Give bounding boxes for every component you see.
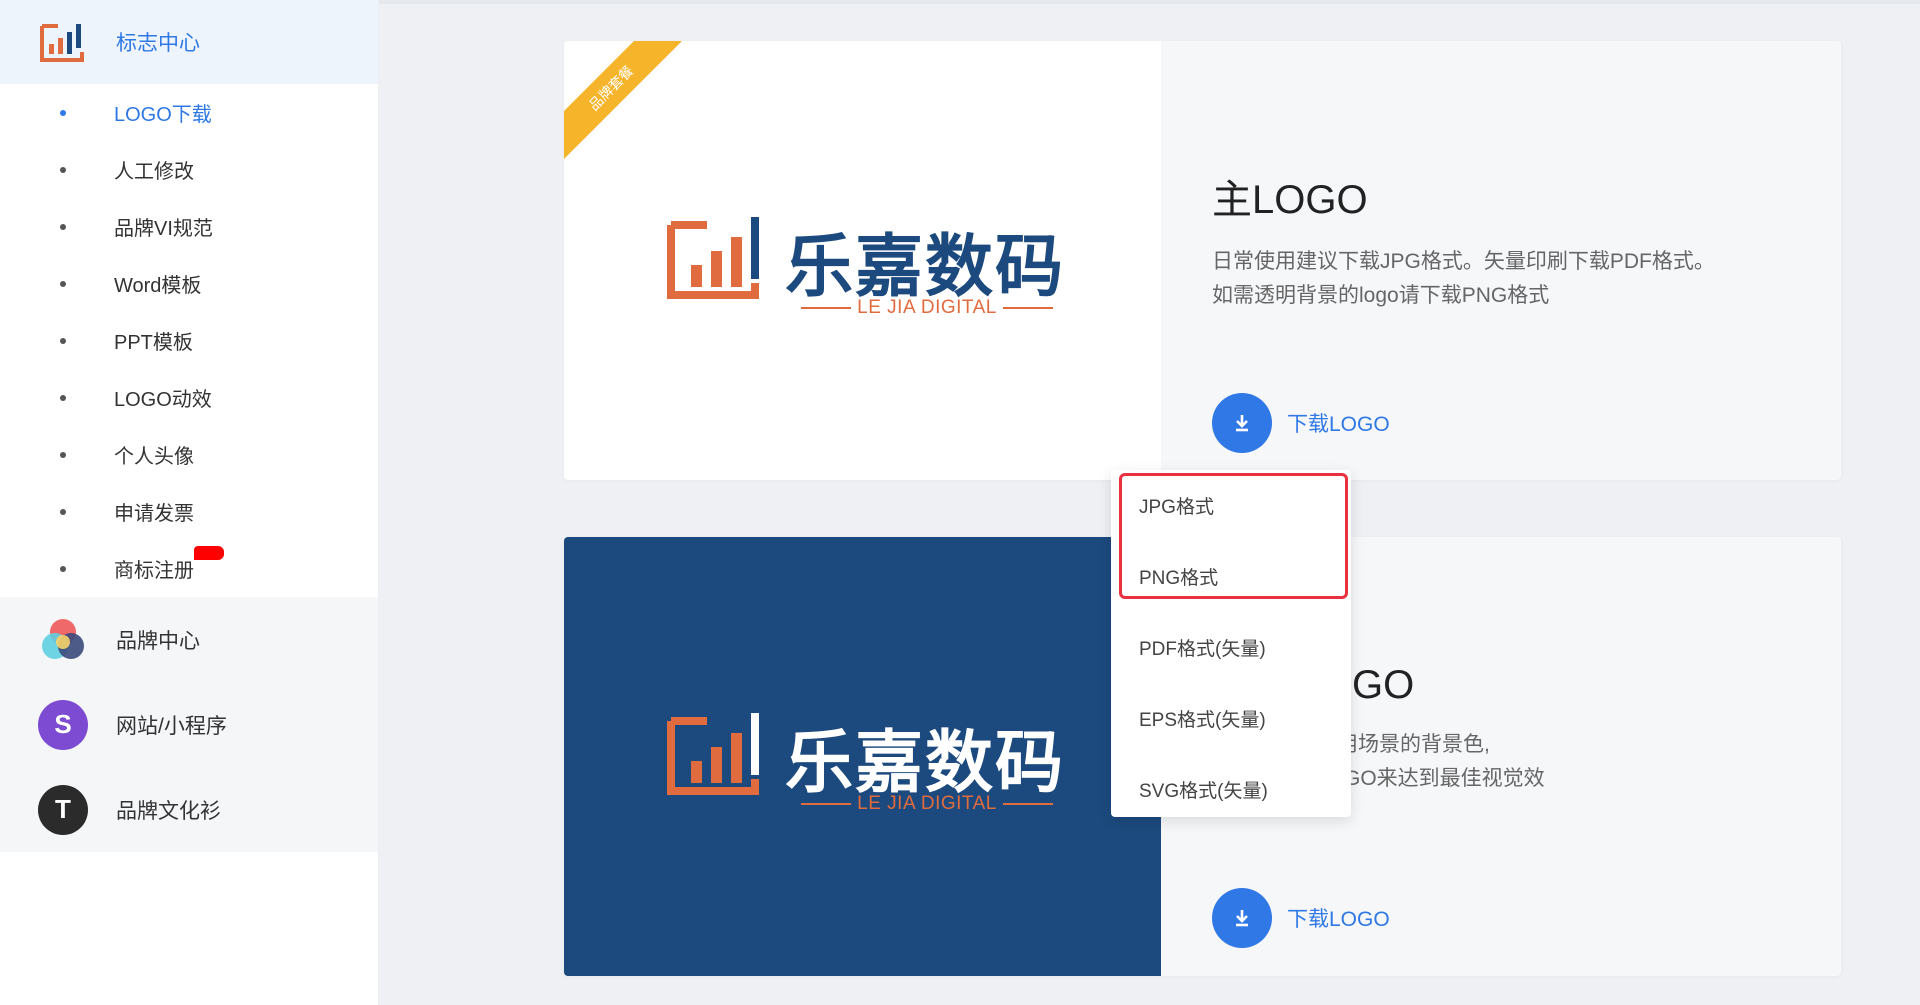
- sidebar-item-label: 品牌VI规范: [114, 218, 213, 240]
- sidebar-item-manual-edit[interactable]: 人工修改: [0, 141, 378, 198]
- sidebar-item-label: 网站/小程序: [116, 714, 227, 738]
- package-ribbon: 品牌套餐: [564, 41, 684, 161]
- logo-subtitle-text: LE JIA DIGITAL: [857, 793, 997, 814]
- main-logo-card: 品牌套餐 乐嘉数码 LE JIA DIGITAL 主LOGO 日常使用建议下载J…: [564, 41, 1841, 480]
- download-label: 下载LOGO: [1287, 908, 1390, 931]
- sidebar-item-label: PPT模板: [114, 332, 193, 354]
- bar-chart-logo-icon: [667, 217, 759, 299]
- format-option-jpg[interactable]: JPG格式: [1111, 470, 1351, 541]
- format-option-pdf[interactable]: PDF格式(矢量): [1111, 612, 1351, 683]
- logo-subtitle: LE JIA DIGITAL: [795, 793, 1059, 815]
- bullet-dot-icon: [60, 167, 66, 173]
- sidebar-item-logo-animation[interactable]: LOGO动效: [0, 369, 378, 426]
- brand-logo: 乐嘉数码 LE JIA DIGITAL: [667, 707, 1067, 817]
- sidebar-item-word-template[interactable]: Word模板: [0, 255, 378, 312]
- format-option-png[interactable]: PNG格式: [1111, 541, 1351, 612]
- top-divider: [379, 0, 1920, 4]
- sidebar-item-logo-download[interactable]: LOGO下载: [0, 84, 378, 141]
- sidebar-item-trademark[interactable]: 商标注册: [0, 540, 378, 597]
- ribbon-label: 品牌套餐: [564, 41, 684, 161]
- logo-wordmark: 乐嘉数码: [785, 228, 1066, 307]
- card-title: GO: [1352, 663, 1415, 707]
- bullet-dot-icon: [60, 452, 66, 458]
- desc-line: 如需透明背景的logo请下载PNG格式: [1212, 284, 1550, 307]
- logo-wordmark: 乐嘉数码: [785, 724, 1066, 803]
- new-badge: [194, 546, 224, 560]
- bullet-dot-icon: [60, 224, 66, 230]
- sidebar-item-label: 个人头像: [114, 446, 194, 468]
- t-circle-icon: T: [38, 784, 88, 835]
- download-logo-button[interactable]: 下载LOGO: [1212, 888, 1390, 948]
- sidebar-item-label: LOGO下载: [114, 104, 212, 126]
- download-logo-button[interactable]: 下载LOGO: [1212, 393, 1390, 453]
- card-title: 主LOGO: [1212, 178, 1368, 222]
- sidebar-item-label: 商标注册: [114, 560, 194, 582]
- format-dropdown-menu: JPG格式 PNG格式 PDF格式(矢量) EPS格式(矢量) SVG格式(矢量…: [1111, 470, 1351, 817]
- sidebar-submenu: LOGO下载 人工修改 品牌VI规范 Word模板 PPT模板 LOGO动效 个…: [0, 84, 378, 597]
- sidebar-item-website[interactable]: S 网站/小程序: [0, 682, 378, 767]
- download-icon: [1212, 393, 1272, 453]
- bullet-dot-icon: [60, 338, 66, 344]
- download-icon: [1212, 888, 1272, 948]
- logo-preview-dark: 乐嘉数码 LE JIA DIGITAL: [564, 537, 1161, 976]
- s-circle-icon: S: [38, 699, 88, 750]
- sidebar-item-vi-spec[interactable]: 品牌VI规范: [0, 198, 378, 255]
- logo-subtitle-text: LE JIA DIGITAL: [857, 297, 997, 318]
- sidebar-header-title: 标志中心: [116, 32, 200, 55]
- bullet-dot-icon: [60, 281, 66, 287]
- sidebar-item-invoice[interactable]: 申请发票: [0, 483, 378, 540]
- sidebar-item-avatar[interactable]: 个人头像: [0, 426, 378, 483]
- card-info: 主LOGO 日常使用建议下载JPG格式。矢量印刷下载PDF格式。 如需透明背景的l…: [1212, 167, 1715, 313]
- sidebar-item-label: LOGO动效: [114, 389, 212, 411]
- sidebar-item-label: Word模板: [114, 275, 202, 297]
- logo-preview-light: 品牌套餐 乐嘉数码 LE JIA DIGITAL: [564, 41, 1161, 480]
- logo-subtitle: LE JIA DIGITAL: [795, 297, 1059, 319]
- bullet-dot-icon: [60, 395, 66, 401]
- sidebar-item-label: 品牌文化衫: [116, 799, 221, 823]
- card-info: GO 使用场景的背景色, LOGO来达到最佳视觉效: [1316, 663, 1545, 796]
- download-label: 下载LOGO: [1287, 413, 1390, 436]
- bullet-dot-icon: [60, 509, 66, 515]
- sidebar-item-label: 人工修改: [114, 161, 194, 183]
- bar-chart-logo-icon: [40, 24, 84, 62]
- sidebar-header-logo-center[interactable]: 标志中心: [0, 0, 378, 84]
- sidebar-item-brand-center[interactable]: 品牌中心: [0, 597, 378, 682]
- sidebar-item-label: 申请发票: [114, 503, 194, 525]
- format-option-eps[interactable]: EPS格式(矢量): [1111, 683, 1351, 754]
- card-description: 日常使用建议下载JPG格式。矢量印刷下载PDF格式。 如需透明背景的logo请下载…: [1212, 245, 1715, 313]
- desc-line: 日常使用建议下载JPG格式。矢量印刷下载PDF格式。: [1212, 250, 1715, 273]
- bar-chart-logo-icon: [667, 713, 759, 795]
- brand-logo: 乐嘉数码 LE JIA DIGITAL: [667, 211, 1067, 321]
- sidebar-item-label: 品牌中心: [116, 629, 200, 653]
- format-option-svg[interactable]: SVG格式(矢量): [1111, 754, 1351, 825]
- bullet-dot-icon: [60, 110, 66, 116]
- sidebar-item-culture-shirt[interactable]: T 品牌文化衫: [0, 767, 378, 852]
- sidebar-item-ppt-template[interactable]: PPT模板: [0, 312, 378, 369]
- bullet-dot-icon: [60, 566, 66, 572]
- sidebar-groups: 品牌中心 S 网站/小程序 T 品牌文化衫: [0, 597, 378, 852]
- color-circles-icon: [42, 618, 84, 659]
- sidebar: 标志中心 LOGO下载 人工修改 品牌VI规范 Word模板 PPT模板 LOG…: [0, 0, 379, 1005]
